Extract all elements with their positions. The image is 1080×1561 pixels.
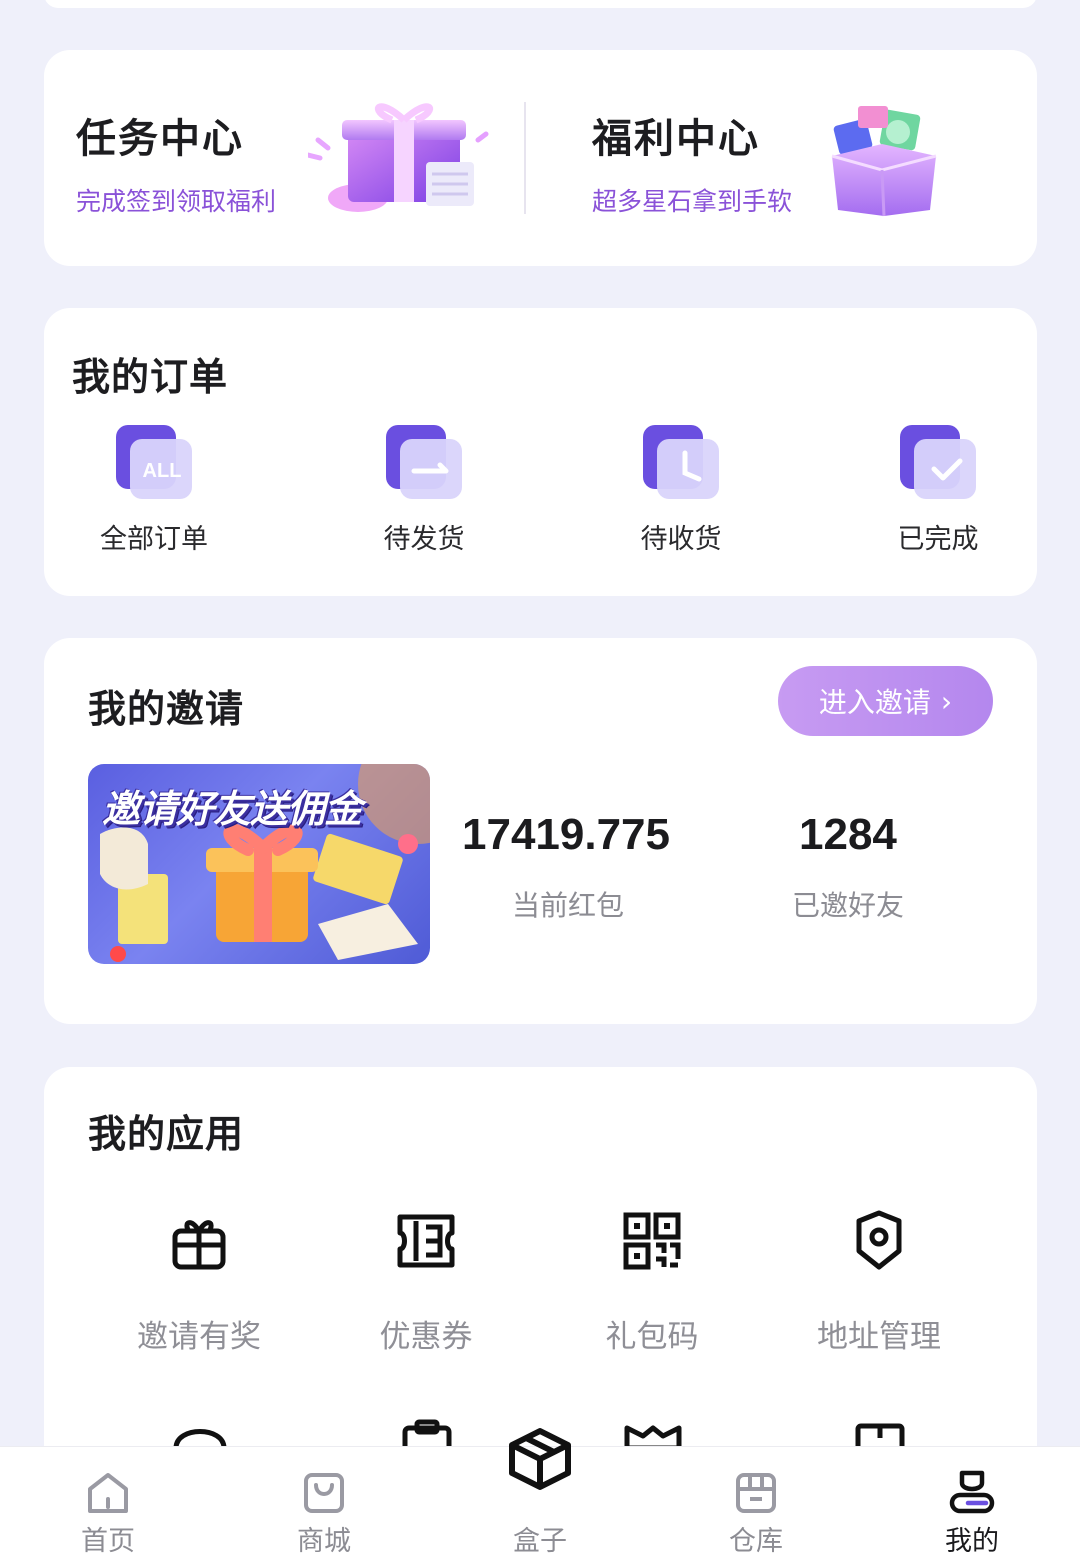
task-center-subtitle: 完成签到领取福利: [76, 187, 277, 216]
tab-warehouse[interactable]: 仓库: [656, 1447, 856, 1561]
tab-box-label: 盒子: [513, 1526, 567, 1557]
tab-shop[interactable]: 商城: [224, 1447, 424, 1561]
tab-profile[interactable]: 我的: [872, 1447, 1072, 1561]
previous-card-edge: [44, 0, 1037, 8]
tab-box[interactable]: 盒子: [440, 1428, 640, 1561]
location-icon: [856, 1210, 902, 1270]
order-all[interactable]: ALL 全部订单: [44, 423, 244, 563]
bottom-tab-bar: 首页 商城 盒子 仓库 我的: [0, 1428, 1080, 1561]
warehouse-icon: [736, 1473, 776, 1513]
all-badge-text: ALL: [143, 460, 182, 482]
invite-card: 我的邀请 进入邀请 › 邀请好友送佣金 17419.775 当前红包 1284 …: [44, 638, 1037, 1024]
app-invite-reward-label: 邀请有奖: [137, 1319, 261, 1355]
task-center-title: 任务中心: [76, 116, 244, 162]
coupon-icon: [397, 1214, 455, 1268]
pending-receipt-icon: [643, 425, 719, 499]
order-completed[interactable]: 已完成: [828, 423, 1028, 563]
enter-invite-label: 进入邀请: [818, 686, 931, 719]
partial-app-icon-2: [402, 1419, 452, 1448]
app-address-management-label: 地址管理: [817, 1319, 941, 1355]
tab-profile-label: 我的: [945, 1526, 999, 1557]
tab-home[interactable]: 首页: [8, 1447, 208, 1561]
partial-app-icon-3: [624, 1425, 682, 1448]
box-icon: [509, 1428, 571, 1490]
current-redpacket-label: 当前红包: [512, 889, 625, 922]
tab-home-label: 首页: [81, 1526, 135, 1557]
partial-app-icon-1: [173, 1429, 227, 1448]
current-redpacket-value: 17419.775: [462, 810, 670, 859]
order-completed-label: 已完成: [897, 524, 979, 555]
invited-friends-value: 1284: [799, 810, 897, 859]
profile-icon: [949, 1470, 995, 1514]
welfare-center-title: 福利中心: [592, 116, 760, 162]
treasure-box-illustration: [831, 106, 937, 217]
order-pending-receipt-label: 待收货: [640, 524, 722, 555]
orders-title: 我的订单: [72, 355, 229, 399]
centers-divider: [524, 102, 526, 214]
shop-icon: [304, 1473, 344, 1513]
gift-box-illustration: [308, 103, 489, 212]
qr-code-icon: [623, 1212, 681, 1270]
apps-title: 我的应用: [88, 1112, 245, 1156]
chevron-right-icon: ›: [940, 684, 953, 718]
banner-headline: 邀请好友送佣金: [102, 787, 362, 831]
enter-invite-button[interactable]: 进入邀请 ›: [778, 666, 993, 736]
invited-friends-label: 已邀好友: [792, 889, 905, 922]
order-all-label: 全部订单: [100, 524, 208, 555]
completed-icon: [900, 425, 976, 499]
task-center[interactable]: 任务中心 完成签到领取福利: [44, 50, 524, 266]
tab-shop-label: 商城: [297, 1526, 351, 1557]
invite-banner[interactable]: 邀请好友送佣金: [88, 764, 430, 964]
orders-card: 我的订单 ALL 全部订单 待发货 待收货 已完成: [44, 308, 1037, 596]
tab-warehouse-label: 仓库: [729, 1526, 783, 1557]
order-pending-receipt[interactable]: 待收货: [571, 423, 771, 563]
app-coupons-label: 优惠券: [379, 1319, 473, 1355]
invite-title: 我的邀请: [88, 687, 245, 731]
all-orders-icon: ALL: [116, 425, 192, 499]
pending-shipment-icon: [386, 425, 462, 499]
centers-card: 任务中心 完成签到领取福利 福利中心 超多星石拿到手软: [44, 50, 1037, 266]
gift-icon: [172, 1220, 226, 1270]
order-pending-shipment[interactable]: 待发货: [314, 423, 514, 563]
home-icon: [88, 1473, 128, 1513]
app-gift-code-label: 礼包码: [605, 1319, 699, 1355]
welfare-center-subtitle: 超多星石拿到手软: [592, 187, 793, 216]
partial-app-icon-4: [855, 1423, 905, 1448]
order-pending-shipment-label: 待发货: [383, 524, 465, 555]
welfare-center[interactable]: 福利中心 超多星石拿到手软: [528, 50, 1037, 266]
